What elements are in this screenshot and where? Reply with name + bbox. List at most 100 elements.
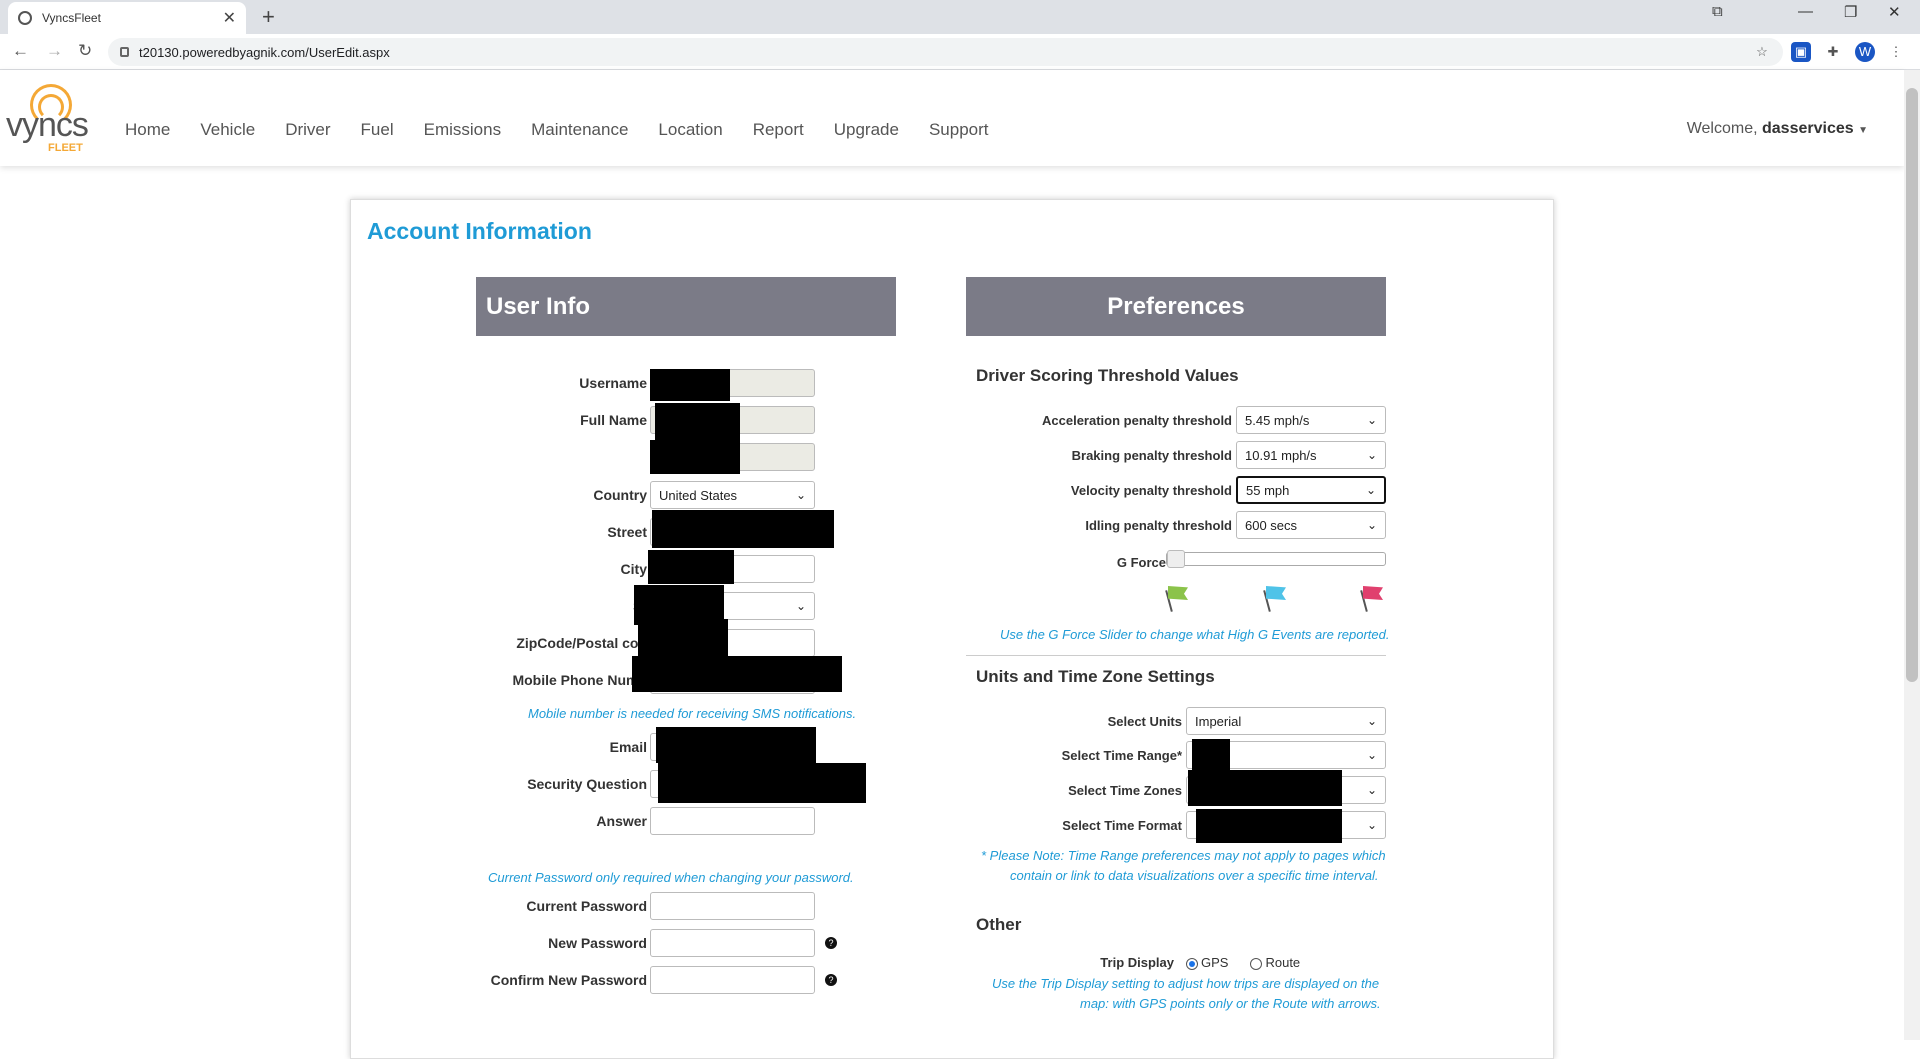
acceleration-value: 5.45 mph/s (1245, 412, 1310, 428)
trip-display-row: Trip Display GPS Route (966, 955, 1300, 970)
units-row: Select Units Imperial ⌄ (966, 707, 1386, 735)
user-info-title: User Info (486, 292, 591, 320)
help-icon[interactable]: ? (825, 974, 837, 986)
close-window-icon[interactable]: ✕ (1888, 3, 1901, 21)
nav-maintenance[interactable]: Maintenance (531, 120, 628, 140)
country-value: United States (659, 487, 738, 503)
forward-icon[interactable]: → (46, 41, 63, 61)
password-note: Current Password only required when chan… (488, 870, 854, 885)
star-icon[interactable]: ☆ (1752, 42, 1772, 62)
confirm-password-input[interactable] (650, 966, 815, 994)
nav-home[interactable]: Home (125, 120, 170, 140)
time-zones-label: Select Time Zones (1068, 782, 1182, 798)
trip-route-option[interactable]: Route (1250, 955, 1300, 970)
idling-value: 600 secs (1245, 517, 1298, 533)
trip-gps-option[interactable]: GPS (1186, 955, 1228, 970)
profile-avatar[interactable]: W (1855, 42, 1875, 62)
acceleration-label: Acceleration penalty threshold (1042, 412, 1232, 428)
vyncs-logo[interactable]: vyncs FLEET (6, 84, 96, 156)
trip-display-label: Trip Display (1100, 955, 1174, 970)
street-label: Street (607, 524, 647, 540)
answer-row: Answer (500, 807, 815, 835)
nav-location[interactable]: Location (658, 120, 722, 140)
current-password-label: Current Password (526, 898, 647, 914)
gforce-note: Use the G Force Slider to change what Hi… (1000, 627, 1390, 642)
units-title: Units and Time Zone Settings (976, 667, 1215, 686)
nav-vehicle[interactable]: Vehicle (200, 120, 255, 140)
current-password-input[interactable] (650, 892, 815, 920)
nav-support[interactable]: Support (929, 120, 989, 140)
puzzle-icon[interactable]: ✚ (1823, 42, 1843, 62)
time-format-label: Select Time Format (1062, 817, 1182, 833)
reload-icon[interactable]: ↻ (78, 41, 92, 61)
time-range-label: Select Time Range* (1061, 747, 1182, 763)
browser-tab[interactable]: VyncsFleet ✕ (8, 2, 246, 34)
mobile-label: Mobile Phone Numb (512, 672, 647, 688)
nav-fuel[interactable]: Fuel (361, 120, 394, 140)
answer-label: Answer (596, 813, 647, 829)
minimize-icon[interactable]: — (1798, 3, 1813, 20)
acceleration-select[interactable]: 5.45 mph/s ⌄ (1236, 406, 1386, 434)
gforce-row: G Force (966, 555, 1166, 570)
acceleration-row: Acceleration penalty threshold 5.45 mph/… (966, 406, 1386, 434)
close-tab-icon[interactable]: ✕ (223, 8, 236, 28)
browser-tabbar: VyncsFleet ✕ + ⧉ — ❐ ✕ (0, 0, 1920, 34)
idling-select[interactable]: 600 secs ⌄ (1236, 511, 1386, 539)
current-password-row: Current Password (500, 892, 815, 920)
user-menu[interactable]: Welcome, dasservices ▼ (1687, 120, 1868, 138)
state-label: St (500, 598, 647, 614)
gforce-label: G Force (1116, 555, 1166, 570)
page-title: Account Information (367, 218, 592, 244)
braking-select[interactable]: 10.91 mph/s ⌄ (1236, 441, 1386, 469)
units-value: Imperial (1195, 713, 1242, 729)
units-label: Select Units (1107, 713, 1182, 729)
gforce-slider[interactable] (1166, 550, 1386, 568)
nav-upgrade[interactable]: Upgrade (834, 120, 899, 140)
radio-gps[interactable] (1186, 957, 1198, 970)
username-label: Username (579, 375, 647, 391)
nav-emissions[interactable]: Emissions (424, 120, 501, 140)
menu-kebab-icon[interactable]: ⋮ (1886, 42, 1906, 62)
redaction (1192, 739, 1230, 773)
extension-shield-icon[interactable]: ▣ (1791, 42, 1811, 62)
velocity-select[interactable]: 55 mph ⌄ (1236, 476, 1386, 504)
restore-icon[interactable]: ❐ (1844, 3, 1857, 21)
radio-route[interactable] (1250, 957, 1263, 970)
blue-flag-icon (1260, 584, 1286, 612)
tab-title: VyncsFleet (42, 11, 101, 25)
cast-icon[interactable]: ⧉ (1712, 3, 1723, 20)
mobile-note: Mobile number is needed for receiving SM… (528, 706, 857, 721)
email-label: Email (609, 739, 647, 755)
lock-icon (120, 47, 129, 57)
chevron-down-icon: ⌄ (1365, 483, 1376, 497)
redaction (638, 619, 728, 659)
address-bar: ← → ↻ t20130.poweredbyagnik.com/UserEdit… (0, 34, 1920, 70)
idling-row: Idling penalty threshold 600 secs ⌄ (966, 511, 1386, 539)
site-header: vyncs FLEET Home Vehicle Driver Fuel Emi… (0, 70, 1904, 166)
country-select[interactable]: United States ⌄ (650, 481, 815, 509)
braking-label: Braking penalty threshold (1071, 447, 1232, 463)
velocity-label: Velocity penalty threshold (1070, 482, 1232, 498)
nav-driver[interactable]: Driver (285, 120, 330, 140)
redaction (650, 369, 730, 401)
units-select[interactable]: Imperial ⌄ (1186, 707, 1386, 735)
scrollbar-thumb[interactable] (1906, 88, 1918, 682)
redaction (650, 440, 740, 474)
new-password-input[interactable] (650, 929, 815, 957)
trip-gps-label: GPS (1201, 955, 1229, 970)
new-tab-icon[interactable]: + (262, 4, 275, 30)
gforce-slider-handle[interactable] (1167, 550, 1185, 568)
section-divider (966, 655, 1386, 656)
country-label: Country (593, 487, 647, 503)
full-name-label: Full Name (580, 412, 647, 428)
url-field[interactable]: t20130.poweredbyagnik.com/UserEdit.aspx (108, 38, 1783, 66)
chevron-down-icon: ⌄ (1366, 783, 1377, 797)
back-icon[interactable]: ← (12, 41, 29, 61)
time-note-line-2: contain or link to data visualizations o… (1010, 868, 1379, 883)
chevron-down-icon: ⌄ (795, 599, 806, 613)
answer-input[interactable] (650, 807, 815, 835)
nav-report[interactable]: Report (753, 120, 804, 140)
help-icon[interactable]: ? (825, 937, 837, 949)
new-password-row: New Password ? (450, 929, 837, 957)
user-info-header: User Info (476, 277, 896, 336)
